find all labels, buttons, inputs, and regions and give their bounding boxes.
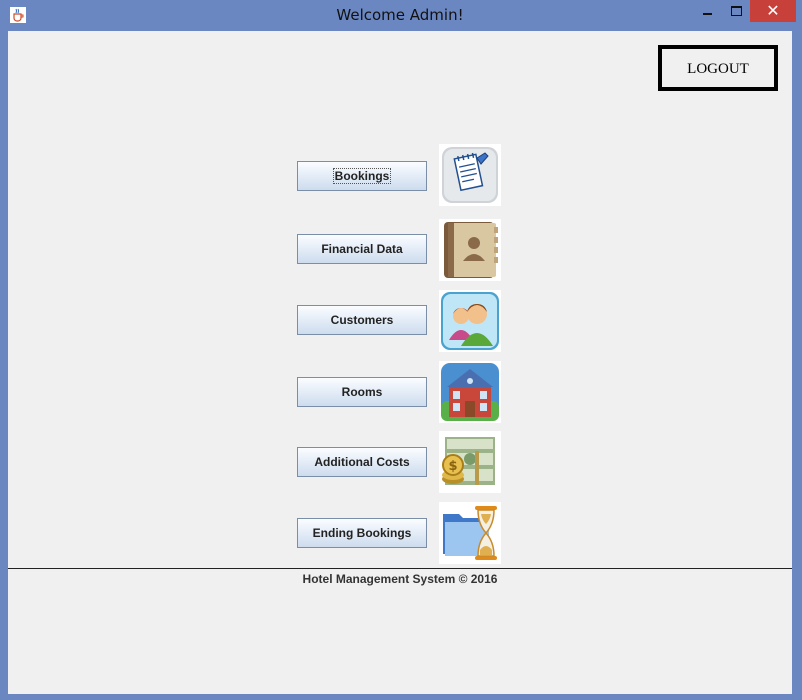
notepad-icon [439, 144, 501, 206]
house-icon [439, 361, 501, 423]
title-bar: Welcome Admin! ✕ [0, 0, 802, 30]
footer-divider [8, 568, 792, 569]
rooms-button-label: Rooms [341, 385, 383, 399]
additional-costs-button-label: Additional Costs [314, 455, 410, 469]
maximize-icon [730, 6, 742, 16]
footer-copyright: Hotel Management System © 2016 [302, 572, 498, 586]
maximize-button[interactable] [722, 0, 750, 22]
main-panel: LOGOUT Bookings Financial Data Customers… [8, 31, 792, 694]
window-border [792, 31, 802, 694]
bookings-button-label: Bookings [332, 168, 392, 184]
ending-bookings-button-label: Ending Bookings [312, 526, 412, 540]
customers-button-label: Customers [330, 313, 394, 327]
address-book-icon [439, 219, 501, 281]
customers-button[interactable]: Customers [297, 305, 427, 335]
rooms-button[interactable]: Rooms [297, 377, 427, 407]
logout-button[interactable]: LOGOUT [658, 45, 778, 91]
minimize-button[interactable] [692, 0, 722, 22]
bookings-button[interactable]: Bookings [297, 161, 427, 191]
folder-hourglass-icon [439, 502, 501, 564]
additional-costs-button[interactable]: Additional Costs [297, 447, 427, 477]
svg-text:$: $ [448, 459, 457, 474]
users-icon [439, 290, 501, 352]
financial-data-button-label: Financial Data [321, 242, 403, 256]
close-icon: ✕ [766, 1, 780, 20]
app-window: Welcome Admin! ✕ LOGOUT Bookings Financi… [0, 0, 802, 700]
money-icon: $ [439, 431, 501, 493]
financial-data-button[interactable]: Financial Data [297, 234, 427, 264]
minimize-icon [702, 13, 712, 15]
ending-bookings-button[interactable]: Ending Bookings [297, 518, 427, 548]
window-title: Welcome Admin! [336, 6, 464, 24]
close-button[interactable]: ✕ [750, 0, 796, 22]
